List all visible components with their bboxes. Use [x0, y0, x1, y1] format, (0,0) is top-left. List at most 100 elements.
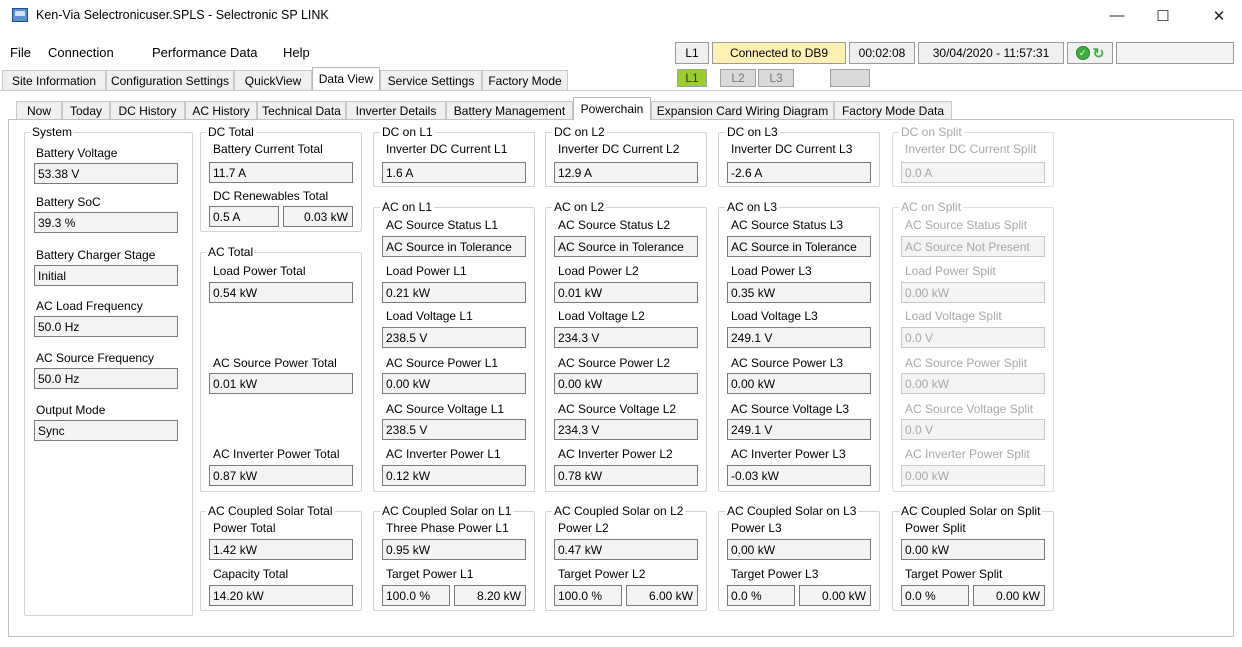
subtab-expansion-card-wiring[interactable]: Expansion Card Wiring Diagram	[651, 101, 834, 120]
ac-l1-source-voltage-value: 238.5 V	[382, 419, 526, 440]
ac-l2-source-status-value: AC Source in Tolerance	[554, 236, 698, 257]
load-frequency-label: AC Load Frequency	[36, 299, 143, 313]
solar-total-power-label: Power Total	[213, 521, 276, 535]
minimize-button[interactable]: —	[1094, 0, 1140, 31]
tab-factory-mode[interactable]: Factory Mode	[482, 70, 568, 90]
ac-l1-load-voltage-label: Load Voltage L1	[386, 309, 473, 323]
solar-l2-target-kw: 6.00 kW	[626, 585, 698, 606]
ac-l2-source-power-label: AC Source Power L2	[558, 356, 671, 370]
ac-l2-load-voltage-label: Load Voltage L2	[558, 309, 645, 323]
source-frequency-value: 50.0 Hz	[34, 368, 178, 389]
ac-l3-source-voltage-value: 249.1 V	[727, 419, 871, 440]
tab-configuration-settings[interactable]: Configuration Settings	[106, 70, 234, 90]
solar-split-power-label: Power Split	[905, 521, 966, 535]
menu-performance-data[interactable]: Performance Data	[152, 45, 258, 60]
ac-l3-inverter-power-label: AC Inverter Power L3	[731, 447, 846, 461]
maximize-button[interactable]: ☐	[1140, 0, 1186, 31]
ac-split-load-power-label: Load Power Split	[905, 264, 996, 278]
dc-renewables-total-label: DC Renewables Total	[213, 189, 329, 203]
tab-data-view[interactable]: Data View	[312, 67, 380, 90]
ac-split-title: AC on Split	[899, 200, 964, 214]
ac-split-inverter-power-label: AC Inverter Power Split	[905, 447, 1030, 461]
ac-l1-load-power-value: 0.21 kW	[382, 282, 526, 303]
ac-l2-source-voltage-label: AC Source Voltage L2	[558, 402, 677, 416]
ac-l2-inverter-power-label: AC Inverter Power L2	[558, 447, 673, 461]
solar-l3-target-kw: 0.00 kW	[799, 585, 871, 606]
ac-l3-load-voltage-label: Load Voltage L3	[731, 309, 818, 323]
ac-l3-source-power-label: AC Source Power L3	[731, 356, 844, 370]
solar-split-target-kw: 0.00 kW	[973, 585, 1045, 606]
phase-split[interactable]	[830, 69, 870, 87]
ac-l3-source-status-value: AC Source in Tolerance	[727, 236, 871, 257]
dc-split-label: Inverter DC Current Split	[905, 142, 1037, 156]
ac-l2-source-power-value: 0.00 kW	[554, 373, 698, 394]
app-icon	[12, 8, 28, 22]
ac-l1-title: AC on L1	[380, 200, 435, 214]
subtab-today[interactable]: Today	[62, 101, 110, 120]
subtab-dc-history[interactable]: DC History	[110, 101, 185, 120]
subtab-factory-mode-data[interactable]: Factory Mode Data	[834, 101, 952, 120]
subtab-battery-management[interactable]: Battery Management	[446, 101, 573, 120]
dc-l1-value: 1.6 A	[382, 162, 526, 183]
source-power-total-value: 0.01 kW	[209, 373, 353, 394]
load-power-total-value: 0.54 kW	[209, 282, 353, 303]
ac-l2-title: AC on L2	[552, 200, 607, 214]
solar-l2-target-label: Target Power L2	[558, 567, 646, 581]
ac-l3-source-power-value: 0.00 kW	[727, 373, 871, 394]
ac-split-source-power-label: AC Source Power Split	[905, 356, 1028, 370]
ac-l1-source-status-value: AC Source in Tolerance	[382, 236, 526, 257]
tab-service-settings[interactable]: Service Settings	[380, 70, 482, 90]
close-button[interactable]: ✕	[1196, 0, 1242, 31]
solar-l1-target-pct: 100.0 %	[382, 585, 450, 606]
ac-l2-inverter-power-value: 0.78 kW	[554, 465, 698, 486]
menu-connection[interactable]: Connection	[48, 45, 114, 60]
ac-l2-load-power-value: 0.01 kW	[554, 282, 698, 303]
battery-soc-label: Battery SoC	[36, 195, 101, 209]
dc-renewables-current-value: 0.5 A	[209, 206, 279, 227]
ac-split-load-voltage-value: 0.0 V	[901, 327, 1045, 348]
tab-site-information[interactable]: Site Information	[2, 70, 106, 90]
output-mode-value: Sync	[34, 420, 178, 441]
phase-l2[interactable]: L2	[720, 69, 756, 87]
subtab-ac-history[interactable]: AC History	[185, 101, 257, 120]
menu-help[interactable]: Help	[283, 45, 310, 60]
dc-renewables-power-value: 0.03 kW	[283, 206, 353, 227]
solar-l1-power-value: 0.95 kW	[382, 539, 526, 560]
solar-l1-target-label: Target Power L1	[386, 567, 474, 581]
refresh-icon[interactable]: ↻	[1093, 45, 1105, 62]
menu-file[interactable]: File	[10, 45, 31, 60]
solar-total-title: AC Coupled Solar Total	[206, 504, 335, 518]
battery-current-total-value: 11.7 A	[209, 162, 353, 183]
ac-l3-load-power-label: Load Power L3	[731, 264, 812, 278]
solar-l3-power-value: 0.00 kW	[727, 539, 871, 560]
subtab-technical-data[interactable]: Technical Data	[257, 101, 346, 120]
subtab-powerchain[interactable]: Powerchain	[573, 97, 651, 120]
status-extra-box	[1116, 42, 1234, 64]
ac-l3-load-voltage-value: 249.1 V	[727, 327, 871, 348]
dc-l1-title: DC on L1	[380, 125, 435, 139]
inverter-power-total-label: AC Inverter Power Total	[213, 447, 340, 461]
charger-stage-label: Battery Charger Stage	[36, 248, 156, 262]
phase-l1[interactable]: L1	[677, 69, 707, 87]
subtab-inverter-details[interactable]: Inverter Details	[346, 101, 446, 120]
load-frequency-value: 50.0 Hz	[34, 316, 178, 337]
title-bar: Ken-Via Selectronicuser.SPLS - Selectron…	[0, 0, 1242, 31]
dc-split-value: 0.0 A	[901, 162, 1045, 183]
ac-l3-source-status-label: AC Source Status L3	[731, 218, 844, 232]
subtab-now[interactable]: Now	[16, 101, 62, 120]
solar-capacity-total-label: Capacity Total	[213, 567, 289, 581]
ac-l1-load-voltage-value: 238.5 V	[382, 327, 526, 348]
ac-l3-inverter-power-value: -0.03 kW	[727, 465, 871, 486]
tab-quickview[interactable]: QuickView	[234, 70, 312, 90]
ac-split-load-power-value: 0.00 kW	[901, 282, 1045, 303]
status-icons: ✓ ↻	[1067, 42, 1113, 64]
battery-soc-value: 39.3 %	[34, 212, 178, 233]
solar-l1-target-kw: 8.20 kW	[454, 585, 526, 606]
ac-split-load-voltage-label: Load Voltage Split	[905, 309, 1002, 323]
phase-l3[interactable]: L3	[758, 69, 794, 87]
battery-voltage-value: 53.38 V	[34, 163, 178, 184]
ac-l1-inverter-power-label: AC Inverter Power L1	[386, 447, 501, 461]
date-time: 30/04/2020 - 11:57:31	[918, 42, 1064, 64]
load-power-total-label: Load Power Total	[213, 264, 306, 278]
dc-l2-label: Inverter DC Current L2	[558, 142, 680, 156]
